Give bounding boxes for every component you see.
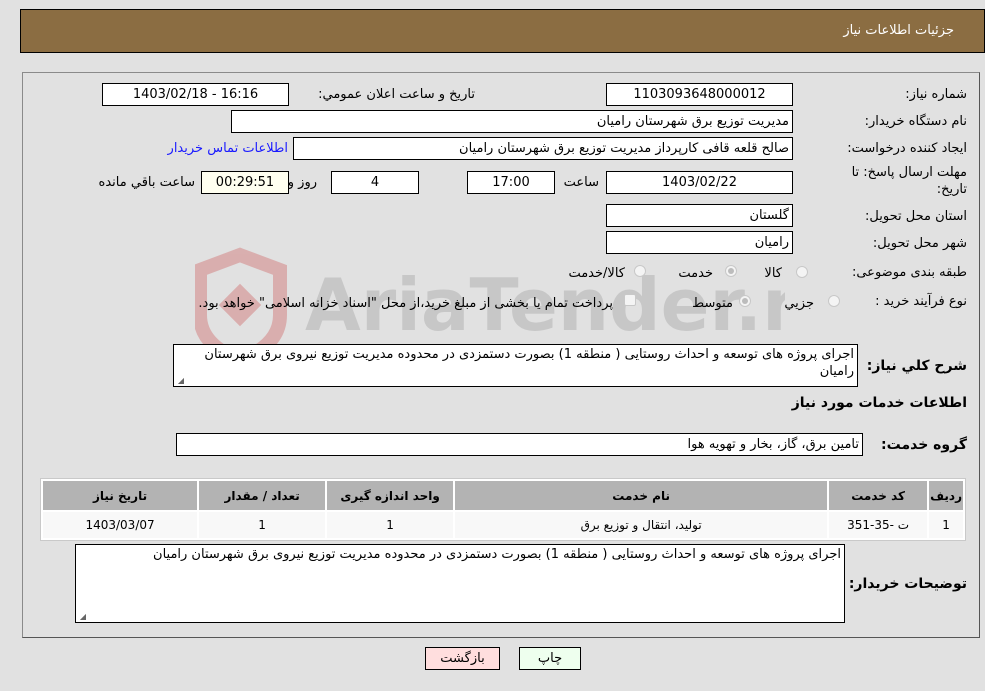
- province-label: استان محل تحویل:: [865, 209, 967, 224]
- purchase-type-label: نوع فرآیند خرید :: [875, 294, 967, 309]
- remaining-days-field: 4: [331, 171, 419, 194]
- creator-field: صالح قلعه قافی کارپرداز مدیریت توزیع برق…: [293, 137, 793, 160]
- purchase-option-minor: جزيي: [784, 296, 814, 311]
- service-code-text: ت -35-351: [847, 518, 910, 532]
- category-option-goods: کالا: [764, 266, 782, 281]
- cell-row-number: 1: [929, 512, 963, 538]
- page-title: جزئیات اطلاعات نیاز: [843, 23, 954, 38]
- resize-handle-icon[interactable]: ◢: [78, 613, 86, 621]
- buyer-org-field: مدیریت توزیع برق شهرستان رامیان: [231, 110, 793, 133]
- description-textarea[interactable]: اجرای پروژه های توسعه و احداث روستایی ( …: [173, 344, 858, 387]
- buyer-notes-label: توضیحات خریدار:: [848, 576, 967, 592]
- col-need-date: تاریخ نیاز: [43, 481, 198, 510]
- buyer-contact-link[interactable]: اطلاعات تماس خریدار: [168, 141, 288, 156]
- table-row: 1 ت -35-351 تولید، انتقال و توزیع برق 1 …: [43, 512, 963, 538]
- city-label: شهر محل تحویل:: [872, 236, 967, 251]
- col-quantity: تعداد / مقدار: [199, 481, 326, 510]
- buyer-notes-textarea[interactable]: اجرای پروژه های توسعه و احداث روستایی ( …: [75, 544, 845, 623]
- purchase-radio-medium[interactable]: [739, 295, 751, 307]
- cell-need-date: 1403/03/07: [43, 512, 198, 538]
- treasury-note: پرداخت تمام یا بخشی از مبلغ خرید،از محل …: [198, 296, 613, 311]
- deadline-label-line2: تاریخ:: [936, 182, 967, 197]
- table-header-row: ردیف کد خدمت نام خدمت واحد اندازه گیری ت…: [43, 481, 963, 510]
- announce-label: تاریخ و ساعت اعلان عمومي:: [318, 87, 475, 102]
- category-option-service: خدمت: [678, 266, 713, 281]
- province-field: گلستان: [606, 204, 793, 227]
- category-radio-service[interactable]: [725, 265, 737, 277]
- print-button[interactable]: چاپ: [519, 647, 581, 670]
- purchase-radio-minor[interactable]: [828, 295, 840, 307]
- back-button[interactable]: بازگشت: [425, 647, 500, 670]
- service-group-field: تامین برق، گاز، بخار و تهویه هوا: [176, 433, 863, 456]
- col-service-code: کد خدمت: [829, 481, 928, 510]
- description-text: اجرای پروژه های توسعه و احداث روستایی ( …: [204, 347, 854, 379]
- purchase-option-medium: متوسط: [692, 296, 733, 311]
- col-service-name: نام خدمت: [455, 481, 828, 510]
- services-section-title: اطلاعات خدمات مورد نیاز: [791, 395, 967, 411]
- days-label: روز و: [287, 175, 317, 190]
- services-table: ردیف کد خدمت نام خدمت واحد اندازه گیری ت…: [40, 478, 966, 541]
- need-number-field: 1103093648000012: [606, 83, 793, 106]
- buyer-org-label: نام دستگاه خریدار:: [864, 114, 967, 129]
- treasury-checkbox[interactable]: [624, 294, 636, 306]
- category-option-goods-service: کالا/خدمت: [568, 266, 625, 281]
- category-radio-goods[interactable]: [796, 266, 808, 278]
- buyer-notes-text: اجرای پروژه های توسعه و احداث روستایی ( …: [153, 547, 841, 562]
- page-header: جزئیات اطلاعات نیاز: [20, 9, 985, 53]
- deadline-label-line1: مهلت ارسال پاسخ: تا: [851, 165, 967, 180]
- category-label: طبقه بندی موضوعی:: [851, 265, 967, 280]
- col-row-number: ردیف: [929, 481, 963, 510]
- description-label: شرح کلي نیاز:: [866, 358, 967, 374]
- remaining-time-field: 00:29:51: [201, 171, 289, 194]
- remaining-time-label: ساعت باقي مانده: [98, 175, 195, 190]
- deadline-time-field: 17:00: [467, 171, 555, 194]
- service-group-label: گروه خدمت:: [881, 437, 967, 453]
- announce-field: 1403/02/18 - 16:16: [102, 83, 289, 106]
- creator-label: ایجاد کننده درخواست:: [847, 141, 967, 156]
- category-radio-goods-service[interactable]: [634, 265, 646, 277]
- deadline-time-label: ساعت: [563, 175, 599, 190]
- need-number-label: شماره نیاز:: [905, 87, 967, 102]
- resize-handle-icon[interactable]: ◢: [176, 377, 184, 385]
- cell-quantity: 1: [199, 512, 326, 538]
- cell-service-name: تولید، انتقال و توزیع برق: [455, 512, 828, 538]
- city-field: رامیان: [606, 231, 793, 254]
- deadline-date-field: 1403/02/22: [606, 171, 793, 194]
- col-unit: واحد اندازه گیری: [327, 481, 454, 510]
- cell-unit: 1: [327, 512, 454, 538]
- cell-service-code: ت -35-351: [829, 512, 928, 538]
